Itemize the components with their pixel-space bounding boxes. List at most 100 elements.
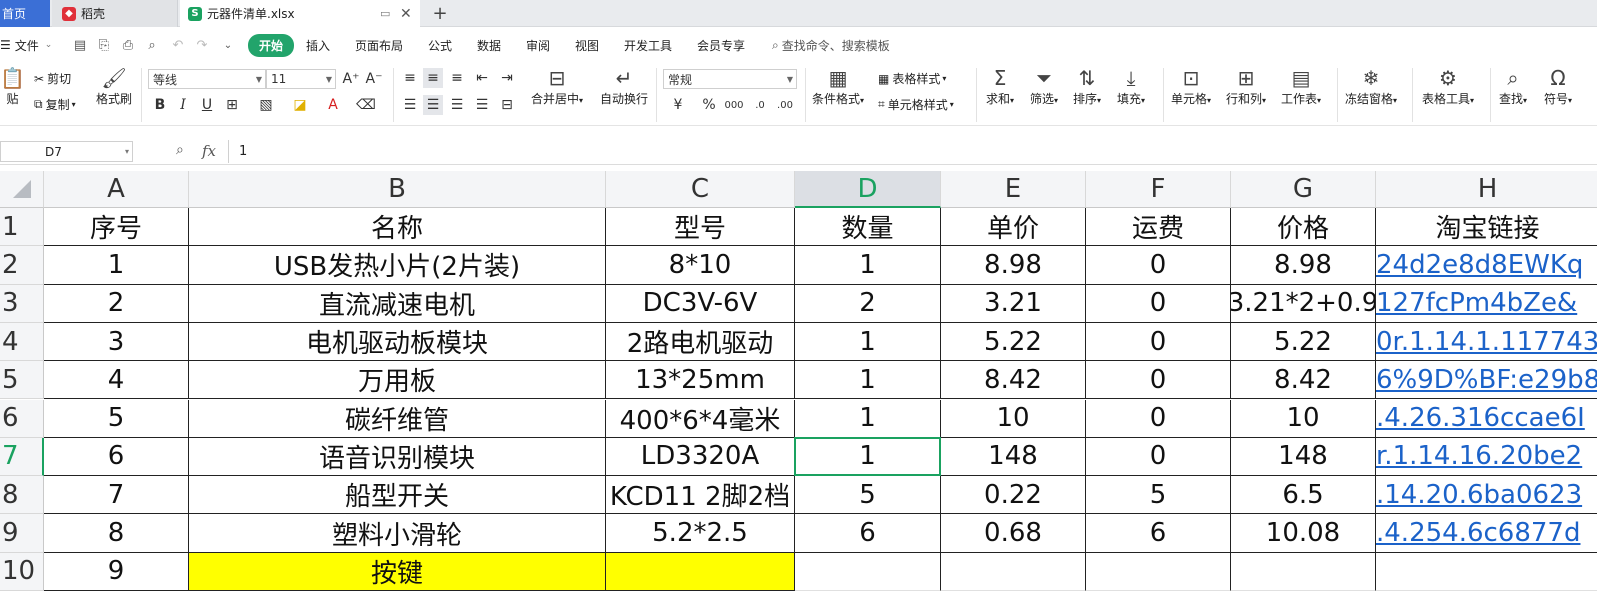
- cell-button[interactable]: ⊡ 单元格▾: [1171, 66, 1211, 107]
- table-cell[interactable]: 按键: [189, 552, 606, 591]
- font-name-select[interactable]: 等线 ▼: [148, 69, 266, 89]
- table-cell[interactable]: 1: [44, 246, 189, 285]
- row-header[interactable]: 8: [0, 476, 44, 515]
- cell-style-button[interactable]: ⌗ 单元格样式 ▾: [878, 96, 954, 113]
- table-header-cell[interactable]: 数量: [795, 208, 941, 247]
- table-cell[interactable]: 电机驱动板模块: [189, 322, 606, 362]
- table-cell[interactable]: 2路电机驱动: [606, 322, 795, 362]
- select-all-corner[interactable]: [0, 171, 44, 208]
- formula-input[interactable]: 1: [228, 140, 1597, 163]
- table-cell[interactable]: 3: [44, 322, 189, 362]
- export-pdf-icon[interactable]: ⎘: [96, 37, 112, 53]
- thousands-icon[interactable]: 000: [724, 95, 744, 115]
- tab-home[interactable]: 首页: [0, 0, 50, 27]
- borders-icon[interactable]: ⊞: [222, 95, 242, 115]
- column-header[interactable]: C: [606, 171, 795, 208]
- table-cell[interactable]: 1: [795, 361, 941, 400]
- table-header-cell[interactable]: 淘宝链接: [1376, 208, 1597, 247]
- font-size-select[interactable]: 11 ▼: [266, 69, 336, 89]
- save-icon[interactable]: ▤: [72, 37, 88, 53]
- taobao-link-cell[interactable]: [1376, 553, 1597, 591]
- tab-start[interactable]: 开始: [248, 28, 295, 62]
- fill-button[interactable]: ⤓ 填充▾: [1117, 66, 1145, 107]
- decrease-decimal-icon[interactable]: .00: [775, 95, 795, 115]
- bold-button[interactable]: B: [150, 95, 170, 115]
- table-cell[interactable]: 10.08: [1231, 514, 1376, 553]
- table-cell[interactable]: 8*10: [606, 246, 795, 285]
- tab-formulas[interactable]: 公式: [428, 28, 452, 62]
- copy-button[interactable]: ⧉ 复制 ▾: [34, 96, 76, 113]
- redo-icon[interactable]: ↷: [194, 37, 210, 53]
- file-menu[interactable]: ☰ 文件 ⌄: [0, 28, 52, 62]
- column-header[interactable]: A: [44, 171, 189, 208]
- sum-button[interactable]: Σ 求和▾: [986, 66, 1014, 107]
- table-cell[interactable]: 8.42: [1231, 361, 1376, 400]
- table-cell[interactable]: [1086, 552, 1231, 591]
- table-cell[interactable]: 6: [795, 514, 941, 553]
- table-cell[interactable]: 0: [1086, 361, 1231, 400]
- table-cell[interactable]: 5: [1086, 476, 1231, 515]
- table-cell[interactable]: DC3V-6V: [606, 284, 795, 323]
- table-cell[interactable]: 148: [1231, 437, 1376, 477]
- table-cell[interactable]: 0: [1086, 399, 1231, 438]
- font-color-icon[interactable]: A: [323, 95, 343, 115]
- underline-button[interactable]: U: [197, 95, 217, 115]
- worksheet-button[interactable]: ▤ 工作表▾: [1281, 66, 1321, 107]
- align-right-icon[interactable]: ☰: [447, 95, 467, 115]
- table-cell[interactable]: 3.21: [941, 284, 1086, 323]
- taobao-link-cell[interactable]: 0r.1.14.1.117743: [1376, 323, 1597, 362]
- align-middle-icon[interactable]: ≡: [423, 68, 443, 88]
- column-header[interactable]: E: [941, 171, 1086, 208]
- table-cell[interactable]: 2: [44, 284, 189, 323]
- table-cell[interactable]: 6: [44, 437, 189, 477]
- column-header[interactable]: B: [189, 171, 606, 208]
- table-cell[interactable]: 0: [1086, 284, 1231, 323]
- command-search[interactable]: ⌕ 查找命令、搜索模板: [772, 28, 890, 62]
- taobao-link-cell[interactable]: 127fcPm4bZe&: [1376, 285, 1597, 323]
- table-cell[interactable]: [941, 552, 1086, 591]
- table-cell[interactable]: 148: [941, 437, 1086, 477]
- table-tools-button[interactable]: ⚙ 表格工具▾: [1422, 66, 1474, 107]
- merge-center-button[interactable]: ⊟ 合并居中▾: [531, 66, 583, 107]
- tab-view[interactable]: 视图: [575, 28, 599, 62]
- table-cell[interactable]: 4: [44, 361, 189, 400]
- table-cell[interactable]: 8.42: [941, 361, 1086, 400]
- align-left-icon[interactable]: ☰: [400, 95, 420, 115]
- table-cell[interactable]: 8.98: [941, 246, 1086, 285]
- distributed-icon[interactable]: ⊟: [497, 95, 517, 115]
- table-cell[interactable]: 1: [795, 246, 941, 285]
- table-cell[interactable]: 6.5: [1231, 476, 1376, 515]
- table-cell[interactable]: 0.22: [941, 476, 1086, 515]
- column-header[interactable]: H: [1376, 171, 1597, 208]
- print-preview-icon[interactable]: ⌕: [144, 37, 160, 53]
- tab-file[interactable]: S 元器件清单.xlsx ▭ ✕: [180, 0, 420, 27]
- row-header[interactable]: 4: [0, 322, 44, 362]
- row-col-button[interactable]: ⊞ 行和列▾: [1226, 66, 1266, 107]
- table-cell[interactable]: KCD11 2脚2档: [606, 476, 795, 515]
- row-header[interactable]: 7: [0, 437, 44, 477]
- table-cell[interactable]: 5.22: [1231, 322, 1376, 362]
- row-header[interactable]: 6: [0, 399, 44, 438]
- align-bottom-icon[interactable]: ≡: [447, 68, 467, 88]
- find-button[interactable]: ⌕ 查找▾: [1499, 66, 1527, 107]
- table-cell[interactable]: 船型开关: [189, 476, 606, 515]
- decrease-indent-icon[interactable]: ⇤: [472, 68, 492, 88]
- table-cell[interactable]: 8.98: [1231, 246, 1376, 285]
- fill-color-icon[interactable]: ◪: [290, 95, 310, 115]
- table-cell[interactable]: 塑料小滑轮: [189, 514, 606, 553]
- table-header-cell[interactable]: 单价: [941, 208, 1086, 247]
- table-style-button[interactable]: ▦ 表格样式 ▾: [878, 70, 946, 87]
- tab-page-layout[interactable]: 页面布局: [355, 28, 403, 62]
- taobao-link-cell[interactable]: 24d2e8d8EWKq: [1376, 246, 1597, 285]
- tab-data[interactable]: 数据: [477, 28, 501, 62]
- increase-font-icon[interactable]: A⁺: [341, 69, 361, 89]
- pin-window-icon[interactable]: ▭: [380, 7, 390, 20]
- tab-docer[interactable]: ◆ 稻壳: [52, 0, 178, 27]
- table-cell[interactable]: 5: [44, 399, 189, 438]
- wrap-text-button[interactable]: ↵ 自动换行: [600, 66, 648, 107]
- print-icon[interactable]: ⎙: [120, 37, 136, 53]
- table-cell[interactable]: [1231, 552, 1376, 591]
- taobao-link-cell[interactable]: r.1.14.16.20be2: [1376, 438, 1597, 477]
- number-format-select[interactable]: 常规 ▼: [663, 69, 797, 89]
- column-header[interactable]: D: [795, 171, 941, 208]
